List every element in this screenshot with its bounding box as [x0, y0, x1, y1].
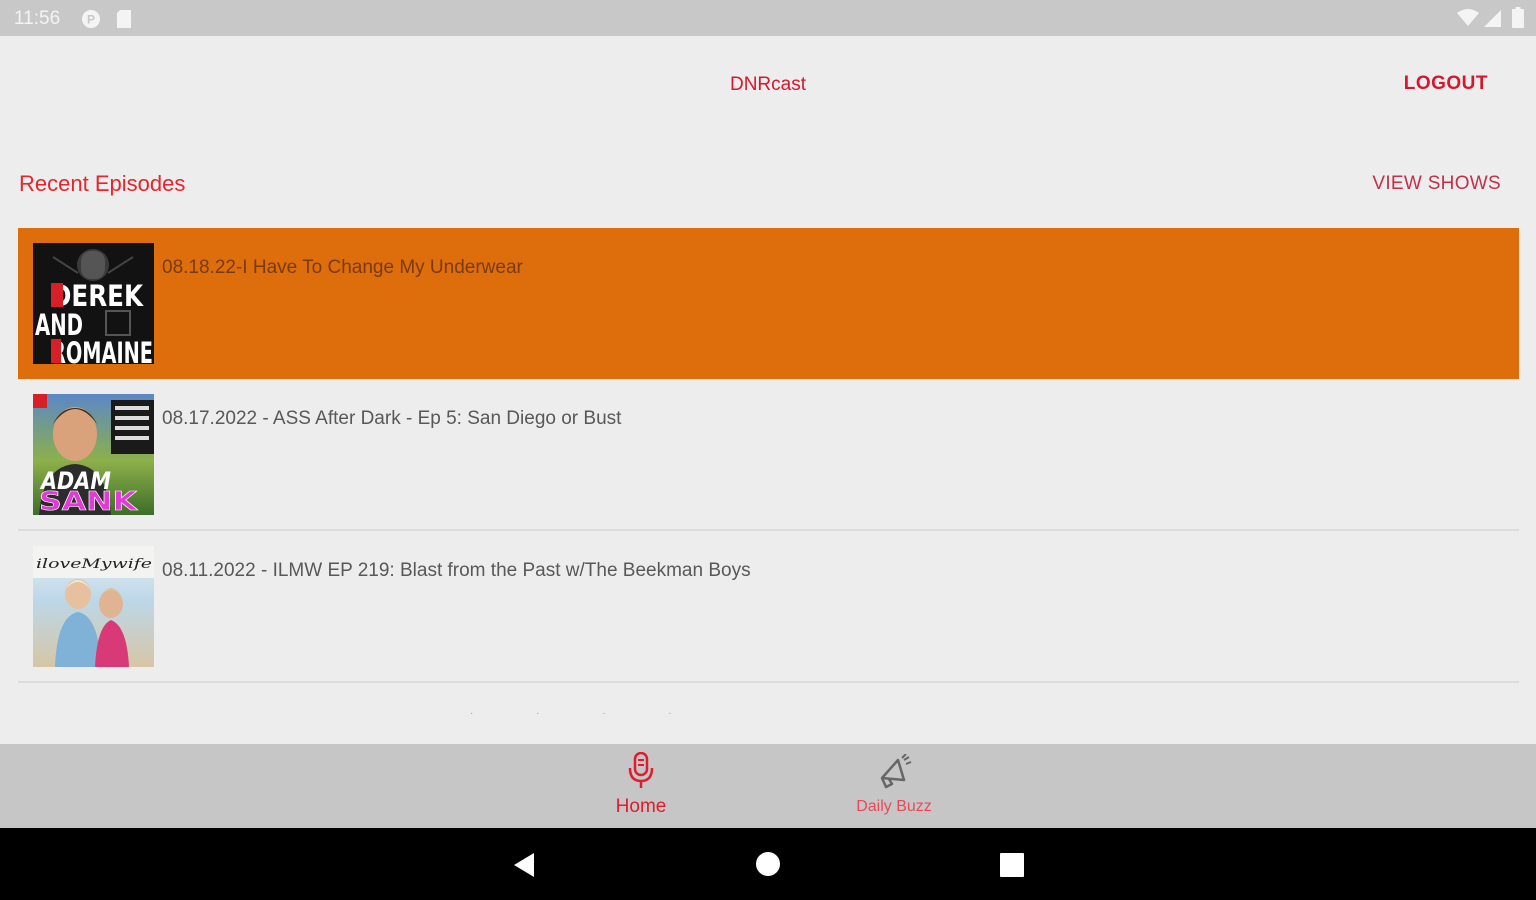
- wifi-icon: [1457, 9, 1479, 32]
- nav-daily-buzz-label: Daily Buzz: [856, 798, 932, 815]
- microphone-icon: [627, 751, 655, 795]
- megaphone-icon: [876, 753, 912, 797]
- episode-row[interactable]: DEREK AND ROMAINE 08.18.22-I Have To Cha…: [18, 228, 1519, 379]
- episode-title: 08.17.2022 - ASS After Dark - Ep 5: San …: [162, 408, 622, 429]
- status-bar: 11:56 P: [0, 0, 1536, 36]
- app-title: DNRcast: [729, 74, 806, 95]
- section-title: Recent Episodes: [19, 171, 186, 196]
- episode-thumbnail: ADAM SANK: [33, 394, 154, 515]
- signal-icon: [1484, 10, 1502, 32]
- loading-indicator: · · · ·: [470, 708, 702, 719]
- episode-row[interactable]: ADAM SANK 08.17.2022 - ASS After Dark - …: [18, 379, 1519, 531]
- battery-icon: [1512, 7, 1524, 33]
- thumb-text-romaine: ROMAINE: [51, 336, 153, 364]
- nav-daily-buzz[interactable]: Daily Buzz: [832, 744, 956, 828]
- view-shows-button[interactable]: VIEW SHOWS: [1372, 173, 1501, 195]
- episode-title: 08.18.22-I Have To Change My Underwear: [162, 257, 523, 278]
- system-nav-bar: [0, 828, 1536, 900]
- p-circle-icon: P: [81, 9, 101, 34]
- episode-row[interactable]: iloveMywife 08.11.2022 - ILMW EP 219: Bl…: [18, 531, 1519, 683]
- episode-thumbnail: iloveMywife: [33, 546, 154, 667]
- logout-button[interactable]: LOGOUT: [1404, 73, 1488, 95]
- nav-home[interactable]: Home: [581, 744, 701, 828]
- status-time: 11:56: [14, 8, 61, 29]
- thumb-text-ilmw: iloveMywife: [36, 557, 152, 572]
- recents-square-icon[interactable]: [1000, 853, 1024, 882]
- episode-title: 08.11.2022 - ILMW EP 219: Blast from the…: [162, 560, 751, 581]
- app-header: DNRcast LOGOUT: [0, 36, 1536, 132]
- svg-text:P: P: [87, 13, 95, 27]
- sd-card-icon: [116, 9, 132, 34]
- bottom-nav: Home Daily Buzz: [0, 744, 1536, 828]
- thumb-text-sank: SANK: [39, 487, 138, 515]
- episode-thumbnail: DEREK AND ROMAINE: [33, 243, 154, 364]
- episode-list: DEREK AND ROMAINE 08.18.22-I Have To Cha…: [18, 228, 1519, 683]
- nav-home-label: Home: [615, 796, 667, 817]
- back-icon[interactable]: [512, 852, 536, 883]
- home-circle-icon[interactable]: [755, 851, 781, 882]
